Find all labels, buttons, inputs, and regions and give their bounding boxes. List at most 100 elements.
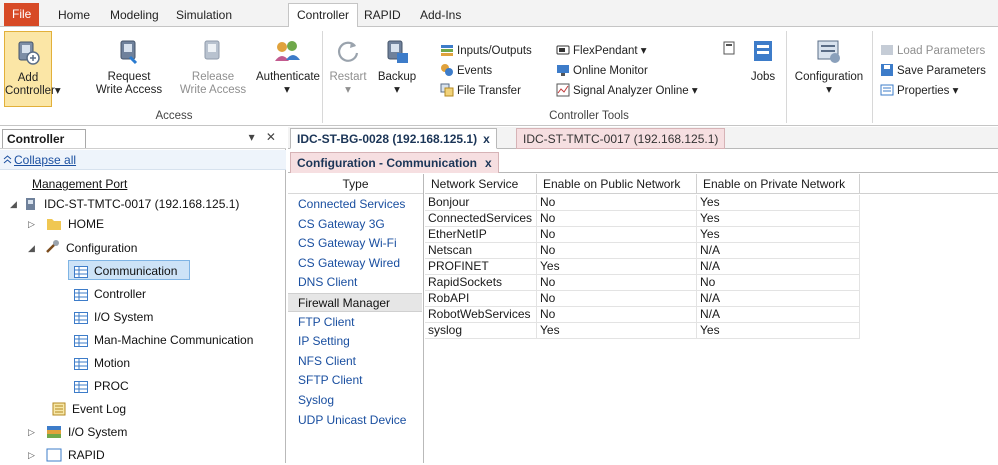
online-monitor-button[interactable]: Online Monitor xyxy=(556,63,648,79)
cell-enable-private[interactable]: No xyxy=(697,275,860,291)
cell-enable-public[interactable]: No xyxy=(537,291,697,307)
tree-item-man-machine-communication[interactable]: Man-Machine Communication xyxy=(74,330,253,350)
table-row[interactable]: Bonjour No Yes xyxy=(425,195,998,211)
table-row[interactable]: RobAPI No N/A xyxy=(425,291,998,307)
close-icon[interactable]: x xyxy=(485,156,492,170)
panel-window-controls[interactable]: ▾ ✕ xyxy=(249,130,280,144)
tree-item-home[interactable]: ▷ HOME xyxy=(28,214,104,234)
cell-enable-private[interactable]: Yes xyxy=(697,323,860,339)
cell-enable-public[interactable]: Yes xyxy=(537,259,697,275)
cell-enable-public[interactable]: No xyxy=(537,275,697,291)
tab-configuration-communication[interactable]: Configuration - Communication x xyxy=(290,152,499,173)
backup-button[interactable]: Backup ▾ xyxy=(374,37,420,97)
tree-item-event-log[interactable]: Event Log xyxy=(52,399,126,419)
tree-item-rapid[interactable]: ▷ RAPID xyxy=(28,445,105,465)
cell-enable-private[interactable]: N/A xyxy=(697,259,860,275)
cell-network-service[interactable]: Bonjour xyxy=(425,195,537,211)
type-item-ftp-client[interactable]: FTP Client xyxy=(288,313,422,332)
tree-item-io-system[interactable]: ▷ I/O System xyxy=(28,422,127,442)
cell-enable-private[interactable]: Yes xyxy=(697,211,860,227)
cell-network-service[interactable]: Netscan xyxy=(425,243,537,259)
tree-item-io-system-config[interactable]: I/O System xyxy=(74,307,153,327)
collapse-all-link[interactable]: Collapse all xyxy=(14,153,76,167)
tab-modeling[interactable]: Modeling xyxy=(102,5,167,26)
type-item-ip-setting[interactable]: IP Setting xyxy=(288,332,422,351)
file-transfer-button[interactable]: File Transfer xyxy=(440,83,521,99)
cell-enable-public[interactable]: No xyxy=(537,227,697,243)
cell-enable-public[interactable]: No xyxy=(537,195,697,211)
controller-panel-title[interactable]: Controller xyxy=(2,129,86,148)
cell-enable-private[interactable]: Yes xyxy=(697,227,860,243)
add-controller-button[interactable]: Add Controller▾ xyxy=(4,31,61,107)
type-item-firewall-manager[interactable]: Firewall Manager xyxy=(288,293,422,312)
cell-enable-public[interactable]: No xyxy=(537,243,697,259)
table-row[interactable]: ConnectedServices No Yes xyxy=(425,211,998,227)
collapsed-arrow-icon[interactable]: ▷ xyxy=(28,445,35,465)
collapsed-arrow-icon[interactable]: ▷ xyxy=(28,214,35,234)
tab-add-ins[interactable]: Add-Ins xyxy=(412,5,469,26)
column-header-network-service[interactable]: Network Service xyxy=(425,174,537,194)
authenticate-button[interactable]: Authenticate ▾ xyxy=(256,37,320,97)
tab-simulation[interactable]: Simulation xyxy=(168,5,240,26)
tab-file[interactable]: File xyxy=(4,3,40,26)
type-item-sftp-client[interactable]: SFTP Client xyxy=(288,371,422,390)
type-item-dns-client[interactable]: DNS Client xyxy=(288,273,422,292)
configuration-button[interactable]: Configuration ▾ xyxy=(790,37,868,97)
tree-item-configuration[interactable]: ◢ Configuration xyxy=(28,238,137,258)
load-parameters-button[interactable]: Load Parameters xyxy=(880,43,985,59)
tree-item-motion[interactable]: Motion xyxy=(74,353,130,373)
flexpendant-button[interactable]: FlexPendant ▾ xyxy=(556,43,647,59)
cell-network-service[interactable]: ConnectedServices xyxy=(425,211,537,227)
type-item-cs-gateway-3g[interactable]: CS Gateway 3G xyxy=(288,215,422,234)
properties-button[interactable]: Properties ▾ xyxy=(880,83,958,99)
tree-item-communication[interactable]: Communication xyxy=(68,260,190,280)
release-write-access-button[interactable]: Release Write Access xyxy=(178,37,248,97)
type-item-connected-services[interactable]: Connected Services xyxy=(288,195,422,214)
cell-enable-public[interactable]: Yes xyxy=(537,323,697,339)
cell-network-service[interactable]: PROFINET xyxy=(425,259,537,275)
cell-enable-private[interactable]: Yes xyxy=(697,195,860,211)
type-item-udp-unicast-device[interactable]: UDP Unicast Device xyxy=(288,411,422,430)
cell-network-service[interactable]: syslog xyxy=(425,323,537,339)
collapsed-arrow-icon[interactable]: ▷ xyxy=(28,422,35,442)
type-item-cs-gateway-wifi[interactable]: CS Gateway Wi-Fi xyxy=(288,234,422,253)
table-row[interactable]: Netscan No N/A xyxy=(425,243,998,259)
cell-network-service[interactable]: EtherNetIP xyxy=(425,227,537,243)
tree-item-controller-root[interactable]: ◢ IDC-ST-TMTC-0017 (192.168.125.1) xyxy=(10,194,239,214)
request-write-access-button[interactable]: Request Write Access xyxy=(94,37,164,97)
table-row[interactable]: syslog Yes Yes xyxy=(425,323,998,339)
events-button[interactable]: Events xyxy=(440,63,492,79)
restart-button[interactable]: Restart ▾ xyxy=(326,37,370,97)
table-row[interactable]: RapidSockets No No xyxy=(425,275,998,291)
type-item-nfs-client[interactable]: NFS Client xyxy=(288,352,422,371)
type-item-cs-gateway-wired[interactable]: CS Gateway Wired xyxy=(288,254,422,273)
expanded-arrow-icon[interactable]: ◢ xyxy=(10,194,17,214)
cell-enable-private[interactable]: N/A xyxy=(697,243,860,259)
column-header-enable-private[interactable]: Enable on Private Network xyxy=(697,174,860,194)
table-row[interactable]: RobotWebServices No N/A xyxy=(425,307,998,323)
close-icon[interactable]: x xyxy=(483,132,490,146)
expanded-arrow-icon[interactable]: ◢ xyxy=(28,238,35,258)
tab-idc-st-bg-0028[interactable]: IDC-ST-BG-0028 (192.168.125.1) x xyxy=(290,128,497,149)
tab-home[interactable]: Home xyxy=(50,5,98,26)
save-parameters-button[interactable]: Save Parameters xyxy=(880,63,986,79)
cell-enable-public[interactable]: No xyxy=(537,211,697,227)
table-row[interactable]: PROFINET Yes N/A xyxy=(425,259,998,275)
clipboard-icon[interactable] xyxy=(722,41,736,55)
tab-idc-st-tmtc-0017[interactable]: IDC-ST-TMTC-0017 (192.168.125.1) xyxy=(516,128,726,149)
table-row[interactable]: EtherNetIP No Yes xyxy=(425,227,998,243)
tab-controller[interactable]: Controller xyxy=(288,3,359,27)
cell-network-service[interactable]: RobAPI xyxy=(425,291,537,307)
tree-item-proc[interactable]: PROC xyxy=(74,376,129,396)
cell-enable-public[interactable]: No xyxy=(537,307,697,323)
column-header-enable-public[interactable]: Enable on Public Network xyxy=(537,174,697,194)
signal-analyzer-button[interactable]: Signal Analyzer Online ▾ xyxy=(556,83,698,99)
type-item-syslog[interactable]: Syslog xyxy=(288,391,422,410)
jobs-button[interactable]: Jobs xyxy=(744,37,782,84)
cell-enable-private[interactable]: N/A xyxy=(697,307,860,323)
type-column-header[interactable]: Type xyxy=(288,174,423,194)
tree-item-controller[interactable]: Controller xyxy=(74,284,146,304)
cell-enable-private[interactable]: N/A xyxy=(697,291,860,307)
cell-network-service[interactable]: RapidSockets xyxy=(425,275,537,291)
cell-network-service[interactable]: RobotWebServices xyxy=(425,307,537,323)
